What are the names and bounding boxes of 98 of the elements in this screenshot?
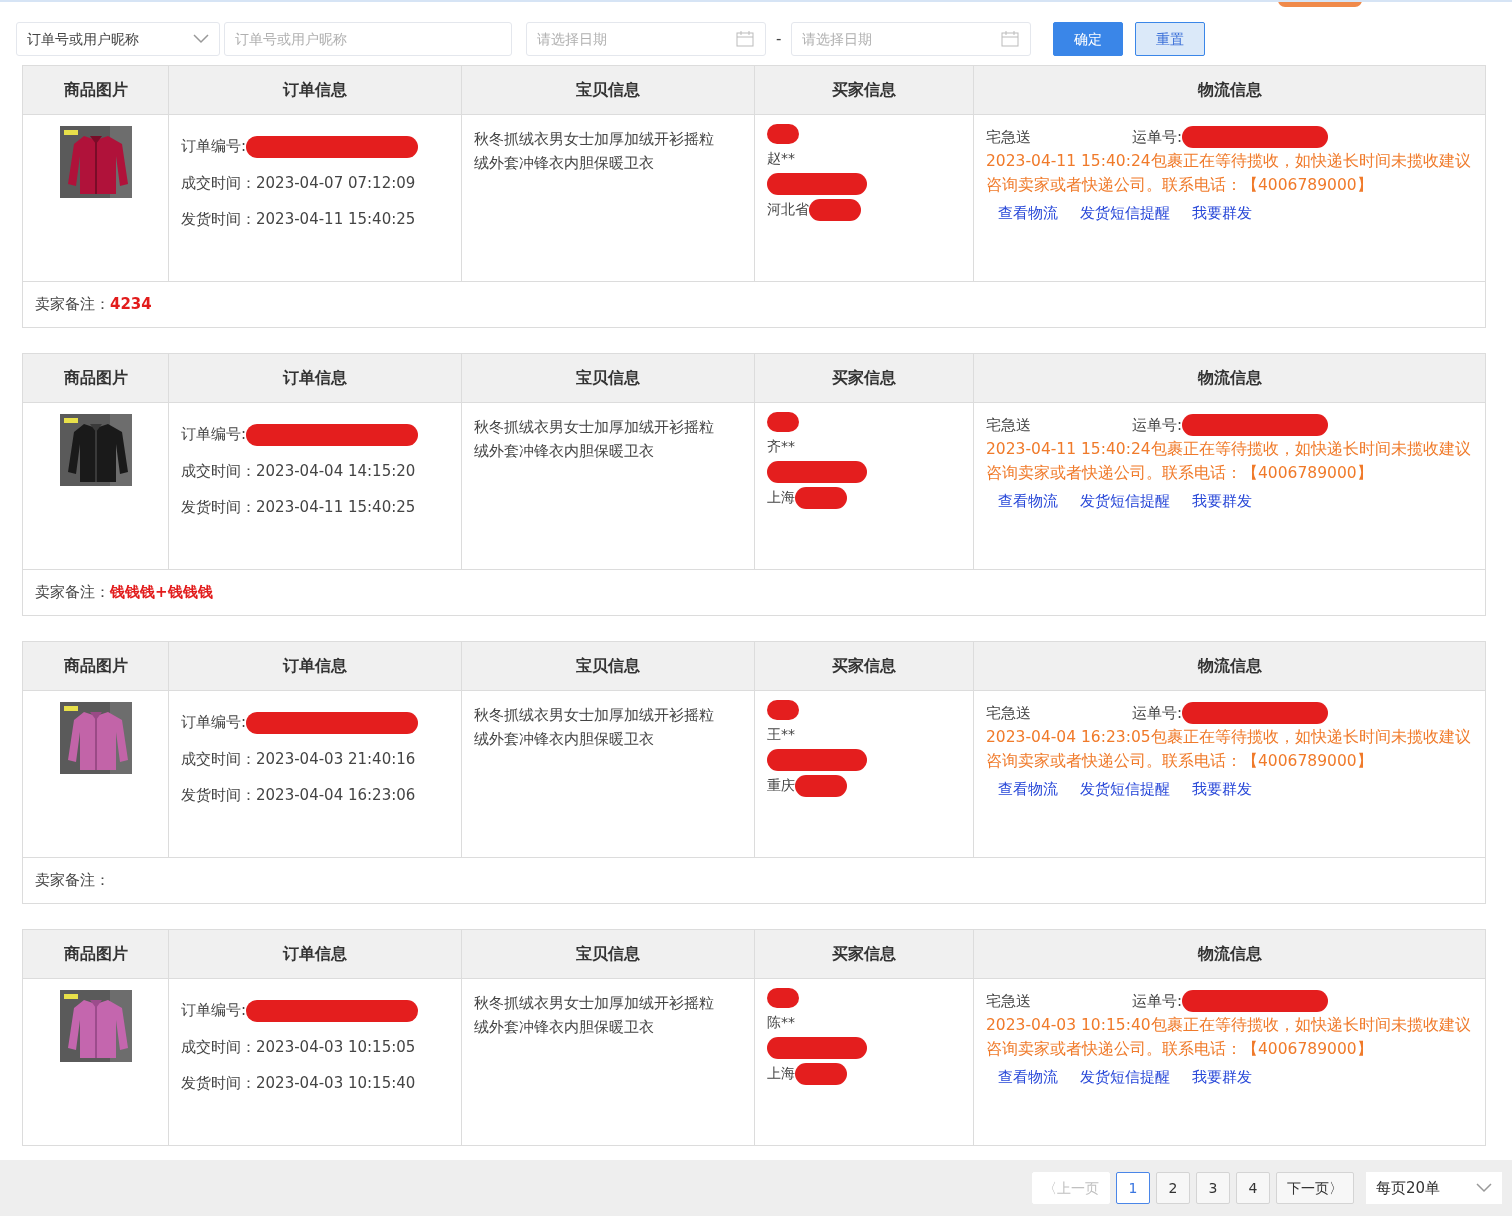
carrier-name: 宅急送 <box>986 415 1032 436</box>
action-link[interactable]: 发货短信提醒 <box>1080 201 1170 225</box>
item-title: 秋冬抓绒衣男女士加厚加绒开衫摇粒绒外套冲锋衣内胆保暖卫衣 <box>462 403 755 569</box>
column-header: 订单信息 <box>169 354 462 402</box>
action-link[interactable]: 我要群发 <box>1192 777 1252 801</box>
date-field[interactable]: 请选择日期 <box>526 22 766 56</box>
remark-label: 卖家备注： <box>35 294 110 316</box>
carrier-name: 宅急送 <box>986 127 1032 148</box>
redaction-mark <box>767 412 799 432</box>
action-link[interactable]: 查看物流 <box>998 489 1058 513</box>
redaction-mark <box>795 1063 847 1085</box>
column-header: 物流信息 <box>1196 943 1263 965</box>
column-header: 物流信息 <box>1196 367 1263 389</box>
column-header: 商品图片 <box>23 66 169 114</box>
remark-label: 卖家备注： <box>35 582 110 604</box>
order-number-label: 订单编号: <box>181 713 247 731</box>
buyer-region: 上海 <box>767 489 795 505</box>
redaction-mark <box>795 487 847 509</box>
logistics-status: 2023-04-04 16:23:05包裹正在等待揽收，如快递长时间未揽收建议咨询卖家或者快递公司。联系电话：【4006789000】 <box>986 727 1472 772</box>
action-link[interactable]: 查看物流 <box>998 201 1058 225</box>
column-header: 宝贝信息 <box>462 642 755 690</box>
column-header: 买家信息 <box>755 354 974 402</box>
column-header: 宝贝信息 <box>462 66 755 114</box>
item-title: 秋冬抓绒衣男女士加厚加绒开衫摇粒绒外套冲锋衣内胆保暖卫衣 <box>462 115 755 281</box>
waybill-label: 运单号: <box>1132 415 1183 436</box>
calendar-icon <box>1001 30 1020 47</box>
next-page-button[interactable]: 下一页〉 <box>1276 1172 1354 1204</box>
column-header: 商品图片 <box>23 930 169 978</box>
action-link[interactable]: 我要群发 <box>1192 201 1252 225</box>
buyer-name: 赵** <box>767 150 795 166</box>
redaction-mark <box>767 988 799 1008</box>
redaction-mark <box>795 775 847 797</box>
column-header: 买家信息 <box>755 642 974 690</box>
remark-value: 钱钱钱+钱钱钱 <box>110 582 213 604</box>
column-header: 物流信息 <box>1196 655 1263 677</box>
order-number-label: 订单编号: <box>181 1001 247 1019</box>
reset-button[interactable]: 重置 <box>1135 22 1206 56</box>
buyer-region: 上海 <box>767 1065 795 1081</box>
calendar-icon <box>736 30 754 47</box>
ship-time: 发货时间：2023-04-11 15:40:25 <box>181 209 417 230</box>
column-header: 宝贝信息 <box>462 930 755 978</box>
date-field[interactable]: 请选择日期 <box>791 22 1032 56</box>
waybill-label: 运单号: <box>1132 991 1183 1012</box>
page-button[interactable]: 4 <box>1236 1172 1270 1204</box>
page-button[interactable]: 1 <box>1116 1172 1150 1204</box>
column-header: 宝贝信息 <box>462 354 755 402</box>
action-link[interactable]: 我要群发 <box>1192 489 1252 513</box>
ship-time: 发货时间：2023-04-11 15:40:25 <box>181 497 417 518</box>
deal-time: 成交时间：2023-04-03 21:40:16 <box>181 748 417 770</box>
item-title: 秋冬抓绒衣男女士加厚加绒开衫摇粒绒外套冲锋衣内胆保暖卫衣 <box>462 979 755 1145</box>
keyword-field[interactable]: 订单号或用户昵称 <box>224 22 512 56</box>
confirm-button[interactable]: 确定 <box>1053 22 1124 56</box>
logistics-status: 2023-04-11 15:40:24包裹正在等待揽收，如快递长时间未揽收建议咨询卖家或者快递公司。联系电话：【4006789000】 <box>986 439 1472 484</box>
column-header: 买家信息 <box>755 930 974 978</box>
date-separator: - <box>776 28 782 50</box>
chevron-down-icon <box>193 34 209 44</box>
column-header: 订单信息 <box>169 642 462 690</box>
column-header: 物流信息 <box>1196 79 1263 101</box>
column-header: 商品图片 <box>23 642 169 690</box>
waybill-label: 运单号: <box>1132 127 1183 148</box>
search-type-select[interactable]: 订单号或用户昵称 <box>16 22 220 56</box>
ship-time: 发货时间：2023-04-04 16:23:06 <box>181 785 417 806</box>
logistics-status: 2023-04-11 15:40:24包裹正在等待揽收，如快递长时间未揽收建议咨询卖家或者快递公司。联系电话：【4006789000】 <box>986 151 1472 196</box>
chevron-down-icon <box>1476 1183 1492 1193</box>
deal-time: 成交时间：2023-04-03 10:15:05 <box>181 1036 417 1058</box>
deal-time: 成交时间：2023-04-04 14:15:20 <box>181 460 417 482</box>
remark-value: 4234 <box>110 294 152 316</box>
redaction-mark <box>767 700 799 720</box>
deal-time: 成交时间：2023-04-07 07:12:09 <box>181 172 417 194</box>
column-header: 订单信息 <box>169 66 462 114</box>
action-link[interactable]: 发货短信提醒 <box>1080 777 1170 801</box>
page-size-select[interactable]: 每页20单 <box>1366 1172 1502 1204</box>
buyer-name: 王** <box>767 726 795 742</box>
action-link[interactable]: 查看物流 <box>998 1065 1058 1089</box>
redaction-mark <box>809 199 861 221</box>
ship-time: 发货时间：2023-04-03 10:15:40 <box>181 1073 417 1094</box>
page-button[interactable]: 2 <box>1156 1172 1190 1204</box>
carrier-name: 宅急送 <box>986 991 1032 1012</box>
redaction-mark <box>767 124 799 144</box>
column-header: 商品图片 <box>23 354 169 402</box>
action-link[interactable]: 查看物流 <box>998 777 1058 801</box>
carrier-name: 宅急送 <box>986 703 1032 724</box>
buyer-region: 重庆 <box>767 777 795 793</box>
action-link[interactable]: 发货短信提醒 <box>1080 489 1170 513</box>
buyer-region: 河北省 <box>767 201 809 217</box>
order-number-label: 订单编号: <box>181 137 247 155</box>
order-number-label: 订单编号: <box>181 425 247 443</box>
item-title: 秋冬抓绒衣男女士加厚加绒开衫摇粒绒外套冲锋衣内胆保暖卫衣 <box>462 691 755 857</box>
logistics-status: 2023-04-03 10:15:40包裹正在等待揽收，如快递长时间未揽收建议咨询卖家或者快递公司。联系电话：【4006789000】 <box>986 1015 1472 1060</box>
buyer-name: 陈** <box>767 1014 795 1030</box>
remark-label: 卖家备注： <box>35 870 110 892</box>
column-header: 订单信息 <box>169 930 462 978</box>
page-button[interactable]: 3 <box>1196 1172 1230 1204</box>
waybill-label: 运单号: <box>1132 703 1183 724</box>
action-link[interactable]: 发货短信提醒 <box>1080 1065 1170 1089</box>
buyer-name: 齐** <box>767 438 795 454</box>
column-header: 买家信息 <box>755 66 974 114</box>
action-link[interactable]: 我要群发 <box>1192 1065 1252 1089</box>
